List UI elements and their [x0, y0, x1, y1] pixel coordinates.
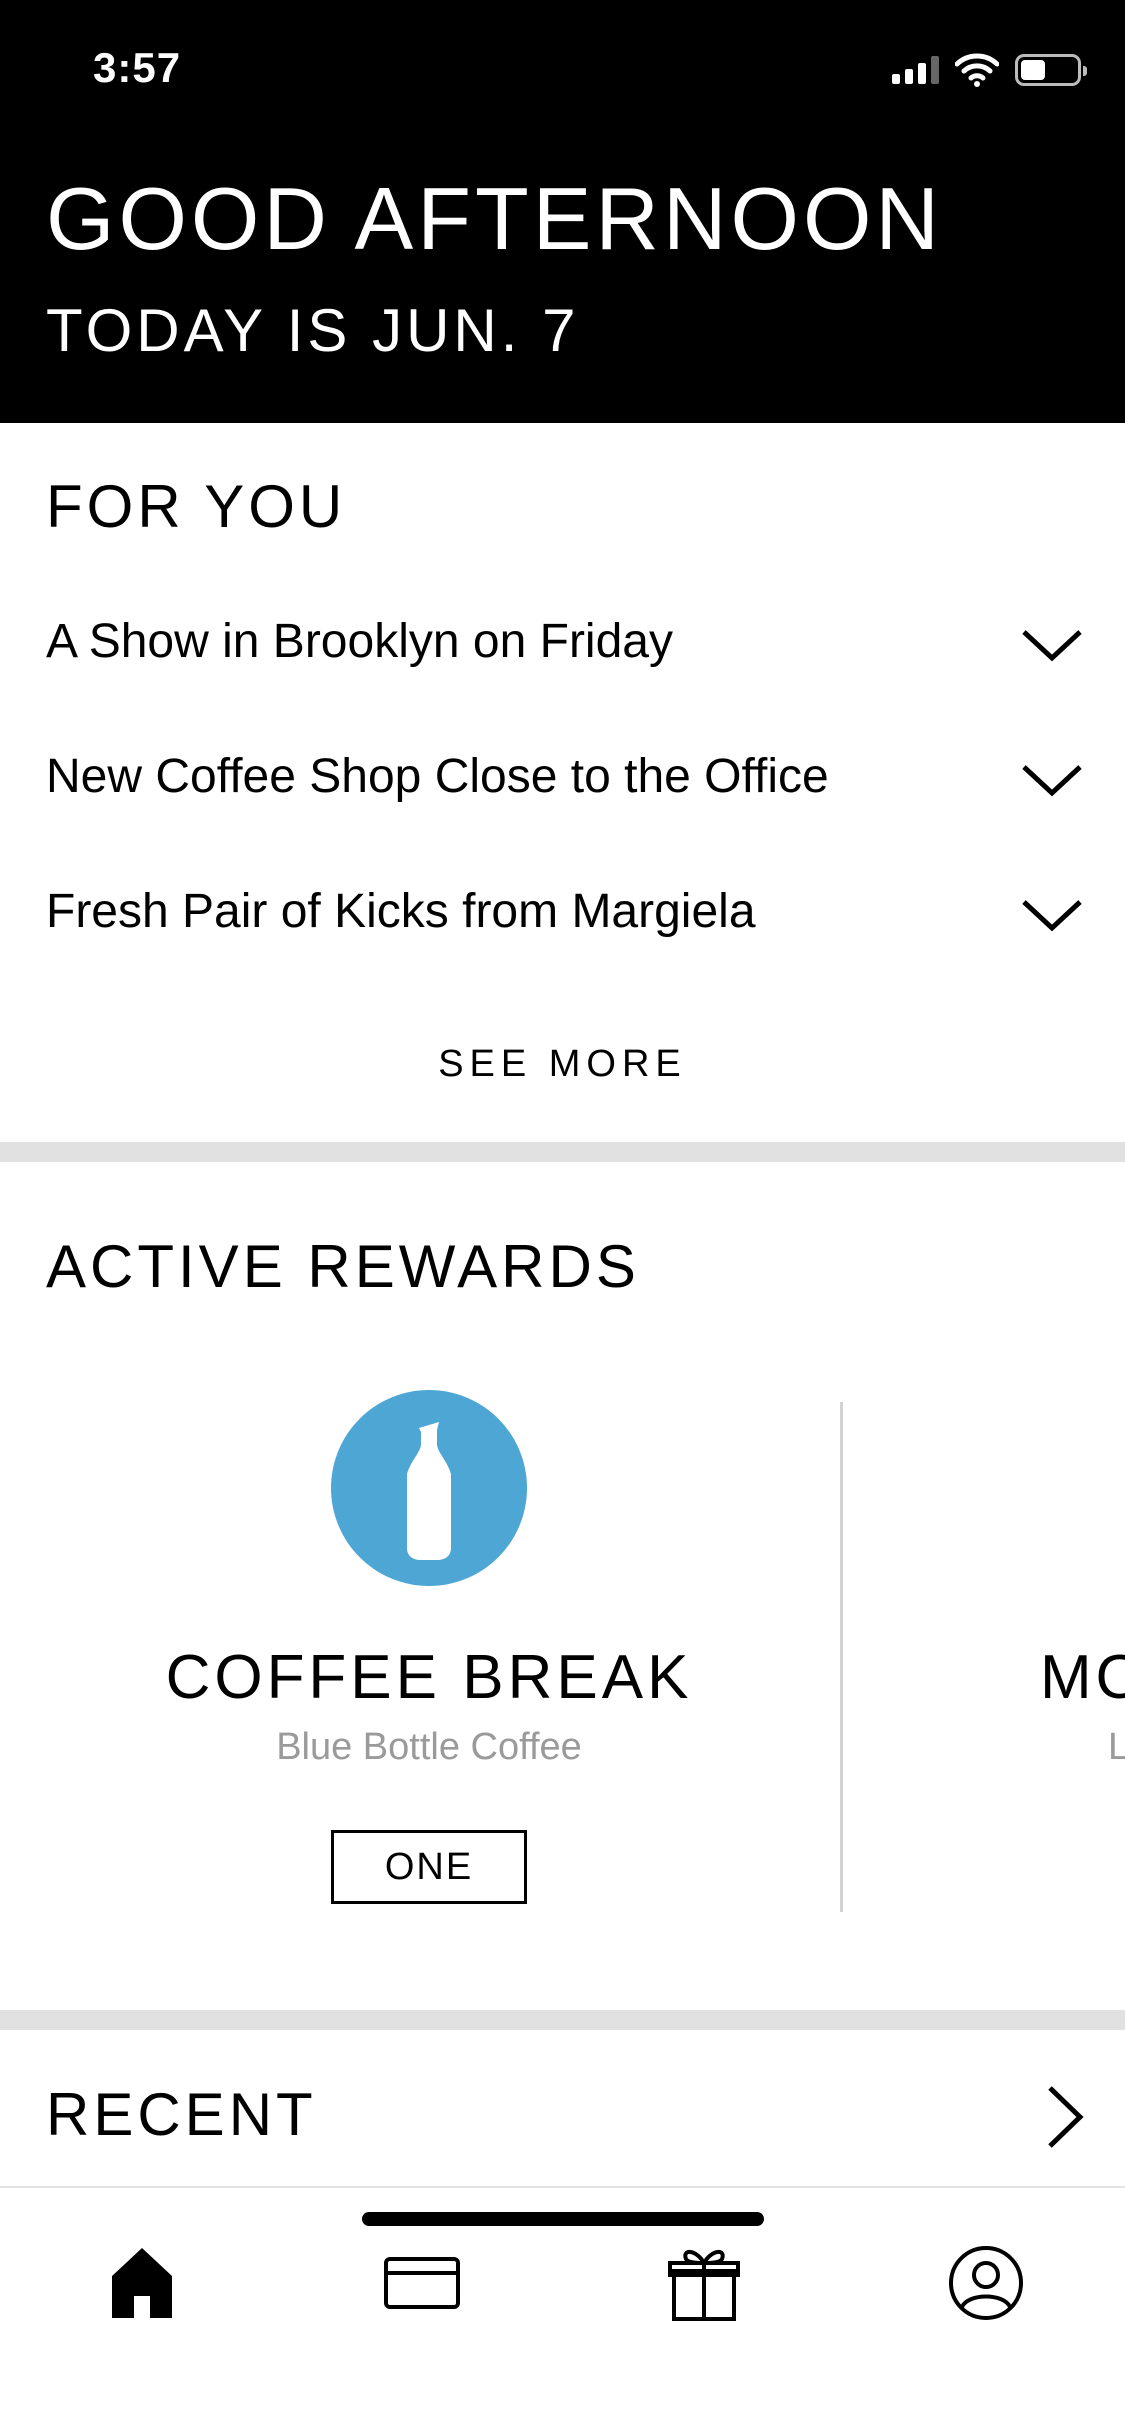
reward-name: COFFEE BREAK [165, 1643, 693, 1712]
see-more-button[interactable]: SEE MORE [0, 1043, 1125, 1086]
chevron-down-icon [1022, 765, 1082, 797]
status-time: 3:57 [93, 44, 182, 91]
profile-icon [949, 2246, 1023, 2320]
gift-icon [668, 2250, 740, 2321]
reward-count-badge: ONE [331, 1830, 527, 1904]
for-you-item[interactable]: A Show in Brooklyn on Friday [0, 592, 1125, 702]
wifi-icon [955, 53, 999, 87]
status-icons [892, 52, 1087, 88]
home-indicator[interactable] [362, 2212, 764, 2226]
tab-profile[interactable] [916, 2228, 1056, 2338]
reward-merchant: Blue Bottle Coffee [276, 1726, 582, 1768]
for-you-item-label: A Show in Brooklyn on Friday [46, 615, 673, 668]
battery-icon [1015, 54, 1087, 86]
greeting-title: GOOD AFTERNOON [46, 169, 943, 268]
greeting-header: 3:57 GOOD AFTERNOON TODAY IS JUN. 7 [0, 0, 1125, 423]
reward-card[interactable]: COFFEE BREAK Blue Bottle Coffee ONE [0, 1380, 840, 1920]
for-you-item-label: Fresh Pair of Kicks from Margiela [46, 885, 756, 938]
chevron-right-icon [1048, 2086, 1084, 2148]
recent-row[interactable]: RECENT [0, 2030, 1125, 2190]
chevron-down-icon [1022, 900, 1082, 932]
next-reward-merchant: L [1108, 1726, 1125, 1768]
active-rewards-title: ACTIVE REWARDS [46, 1233, 640, 1300]
home-icon [112, 2248, 172, 2318]
next-reward-name[interactable]: MO [1040, 1642, 1125, 1713]
chevron-down-icon [1022, 630, 1082, 662]
recent-title: RECENT [46, 2081, 317, 2148]
date-subtitle: TODAY IS JUN. 7 [46, 297, 580, 364]
card-icon [384, 2257, 460, 2309]
bottle-icon [407, 1422, 451, 1560]
blue-bottle-logo-icon [331, 1390, 527, 1586]
for-you-title: FOR YOU [46, 473, 347, 540]
cellular-signal-icon [892, 56, 939, 84]
for-you-item[interactable]: Fresh Pair of Kicks from Margiela [0, 862, 1125, 972]
app-screen: 3:57 GOOD AFTERNOON TODAY IS JUN. 7 FOR … [0, 0, 1125, 2436]
section-divider [0, 1142, 1125, 1162]
section-divider [0, 2010, 1125, 2030]
reward-card-separator [840, 1402, 843, 1912]
tab-rewards[interactable] [634, 2228, 774, 2338]
tab-home[interactable] [72, 2228, 212, 2338]
tab-wallet[interactable] [352, 2228, 492, 2338]
for-you-item-label: New Coffee Shop Close to the Office [46, 750, 829, 803]
for-you-item[interactable]: New Coffee Shop Close to the Office [0, 727, 1125, 837]
